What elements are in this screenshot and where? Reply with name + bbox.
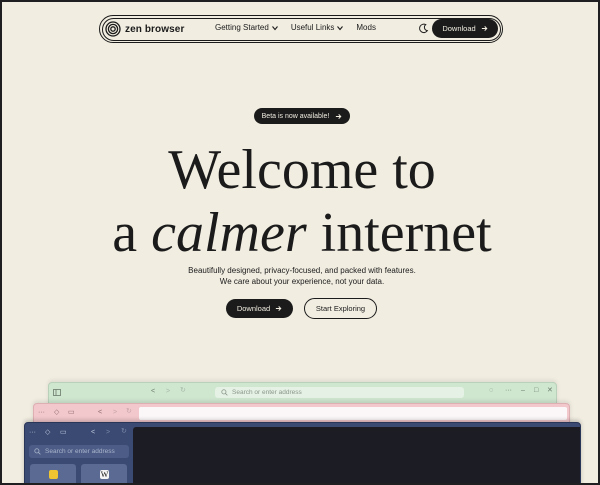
hero-title-line1: Welcome to: [168, 139, 436, 201]
sidebar-search-input[interactable]: Search or enter address: [29, 445, 129, 458]
menu-dots-icon[interactable]: ···: [505, 387, 512, 394]
chevron-down-icon: [337, 25, 344, 30]
content-area: [139, 407, 567, 420]
landing-page: zen browser Getting Started Useful Links…: [2, 2, 598, 483]
arrow-right-icon: [481, 26, 488, 31]
nav-mods[interactable]: Mods: [356, 23, 376, 32]
arrow-right-icon: [276, 306, 282, 311]
wikipedia-icon: W: [100, 470, 109, 479]
beta-badge[interactable]: Beta is now available!: [254, 108, 350, 124]
nav-download-label: Download: [442, 24, 476, 33]
reload-icon[interactable]: ↻: [126, 408, 132, 415]
zen-logo-icon: [105, 21, 121, 37]
chevron-down-icon: [271, 25, 278, 30]
close-icon[interactable]: ✕: [547, 387, 553, 394]
brand[interactable]: zen browser: [105, 21, 184, 37]
hero-subtitle-line1: Beautifully designed, privacy-focused, a…: [188, 266, 416, 275]
start-exploring-label: Start Exploring: [315, 304, 366, 313]
reload-icon[interactable]: ↻: [121, 428, 127, 435]
menu-dots-icon[interactable]: ···: [38, 409, 45, 416]
extensions-icon[interactable]: ◌: [489, 387, 493, 394]
forward-icon[interactable]: >: [106, 429, 110, 436]
essential-tile[interactable]: [30, 464, 76, 483]
hero-title-suffix: internet: [306, 202, 492, 264]
back-icon[interactable]: <: [151, 388, 155, 395]
essential-tile[interactable]: W: [81, 464, 127, 483]
address-placeholder: Search or enter address: [232, 389, 302, 396]
nav-useful-links[interactable]: Useful Links: [291, 23, 345, 32]
back-icon[interactable]: <: [98, 409, 102, 416]
menu-dots-icon[interactable]: ···: [29, 429, 36, 436]
maximize-icon[interactable]: □: [534, 387, 538, 394]
theme-toggle-icon[interactable]: [418, 23, 429, 34]
sidebar-icon[interactable]: ▭: [68, 409, 75, 416]
nav-useful-links-label: Useful Links: [290, 23, 335, 32]
reload-icon[interactable]: ↻: [180, 387, 186, 394]
shield-icon[interactable]: ◇: [45, 429, 50, 436]
hero-title-line2: a calmer internet: [2, 205, 598, 261]
hero-download-label: Download: [236, 304, 271, 313]
browser-preview-blue: ··· ◇ ▭ < > ↻ Search or enter address W: [24, 422, 581, 483]
brand-name: zen browser: [125, 23, 185, 35]
sidebar-icon: [53, 389, 61, 396]
forward-icon[interactable]: >: [113, 409, 117, 416]
nav-links: Getting Started Useful Links Mods: [215, 23, 376, 32]
minimize-icon[interactable]: –: [521, 387, 525, 394]
hero-subtitle-line2: We care about your experience, not your …: [219, 277, 385, 286]
nav-getting-started-label: Getting Started: [215, 23, 269, 32]
hero-title-prefix: a: [112, 202, 152, 264]
hero-title-em: calmer: [151, 202, 307, 264]
top-nav: zen browser Getting Started Useful Links…: [99, 15, 503, 43]
beta-badge-label: Beta is now available!: [261, 112, 330, 120]
shield-icon[interactable]: ◇: [54, 409, 59, 416]
search-icon: [34, 448, 41, 455]
search-icon: [221, 389, 228, 396]
back-icon[interactable]: <: [91, 429, 95, 436]
forward-icon[interactable]: >: [166, 388, 170, 395]
nav-download-button[interactable]: Download: [432, 19, 498, 38]
start-exploring-button[interactable]: Start Exploring: [304, 298, 377, 319]
arrow-right-icon: [336, 113, 342, 119]
nav-getting-started[interactable]: Getting Started: [215, 23, 279, 32]
nav-mods-label: Mods: [356, 23, 376, 32]
address-bar[interactable]: Search or enter address: [215, 387, 464, 398]
hero-download-button[interactable]: Download: [226, 299, 293, 318]
tile-logo-icon: [49, 470, 58, 479]
content-area: [133, 427, 580, 483]
sidebar-search-placeholder: Search or enter address: [45, 448, 115, 455]
sidebar-icon[interactable]: ▭: [60, 429, 67, 436]
